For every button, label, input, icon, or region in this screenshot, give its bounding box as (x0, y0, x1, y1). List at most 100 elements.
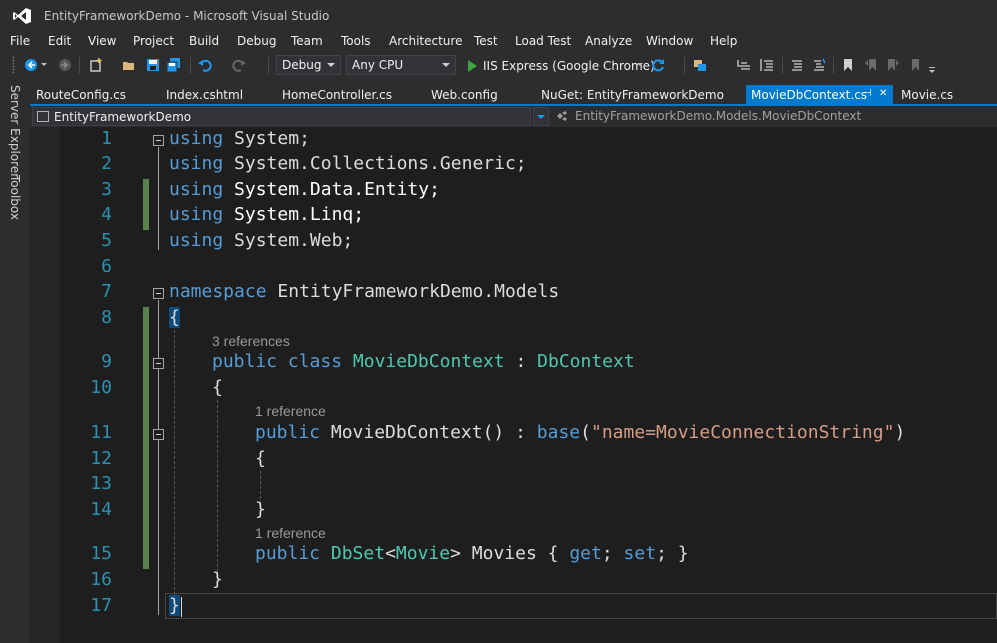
chevron-down-icon[interactable] (929, 70, 935, 73)
line-number: 16 (90, 569, 112, 590)
class-name: MovieDbContext (352, 351, 505, 372)
menu-analyze[interactable]: Analyze (585, 34, 632, 48)
menu-load-test[interactable]: Load Test (515, 34, 571, 48)
class-dropdown[interactable]: EntityFrameworkDemo.Models.MovieDbContex… (552, 107, 997, 126)
new-project-icon[interactable] (89, 58, 103, 72)
collapse-namespace-icon[interactable] (153, 288, 164, 299)
navigate-back-icon[interactable] (24, 58, 38, 72)
ctor-references-lens[interactable]: 1 reference (255, 403, 326, 419)
project-dropdown[interactable]: EntityFrameworkDemo (32, 107, 531, 126)
uncomment-lines-icon[interactable] (812, 58, 826, 72)
collapse-usings-icon[interactable] (153, 135, 164, 146)
configuration-combo[interactable]: Debug (276, 55, 341, 75)
undo-icon[interactable] (198, 58, 212, 72)
punctuation: ; (342, 230, 354, 251)
back-dropdown-icon[interactable] (41, 63, 47, 66)
menu-edit[interactable]: Edit (48, 34, 71, 48)
menu-architecture[interactable]: Architecture (389, 34, 462, 48)
code-line-7[interactable]: namespace EntityFrameworkDemo.Models (169, 281, 559, 303)
menu-view[interactable]: View (88, 34, 116, 48)
server-explorer-tab[interactable]: Server Explorer (8, 85, 22, 178)
code-line-4[interactable]: using System.Linq; (169, 204, 364, 226)
type-name: DbSet (330, 543, 386, 564)
code-line-9[interactable]: public class MovieDbContext : DbContext (212, 351, 635, 373)
toolbar: Debug Any CPU IIS Express (Google Chrome… (0, 52, 997, 79)
refresh-icon[interactable] (651, 58, 665, 72)
browser-link-icon[interactable] (693, 58, 707, 72)
tab-homecontroller[interactable]: HomeController.cs (282, 85, 392, 105)
tab-movie[interactable]: Movie.cs (901, 85, 953, 105)
menu-debug[interactable]: Debug (237, 34, 276, 48)
bookmark-icon[interactable] (841, 58, 855, 72)
open-file-icon[interactable] (122, 58, 136, 72)
toolbar-grip[interactable] (12, 56, 15, 74)
keyword: using (169, 179, 224, 200)
code-line-8[interactable]: { (169, 307, 180, 329)
project-dropdown-button[interactable] (533, 107, 549, 126)
run-dropdown-icon[interactable] (637, 63, 643, 66)
dbset-references-lens[interactable]: 1 reference (255, 525, 326, 541)
tab-index-cshtml[interactable]: Index.cshtml (166, 85, 243, 105)
toolbox-tab[interactable]: Toolbox (8, 175, 22, 220)
redo-icon[interactable] (232, 58, 246, 72)
code-line-12[interactable]: { (255, 448, 266, 470)
collapse-class-icon[interactable] (153, 358, 164, 369)
keyword: class (287, 351, 343, 372)
menu-build[interactable]: Build (189, 34, 219, 48)
code-line-16[interactable]: } (212, 569, 223, 591)
menu-file[interactable]: File (10, 34, 30, 48)
property-name: Movies (471, 543, 537, 564)
tab-routeconfig[interactable]: RouteConfig.cs (36, 85, 126, 105)
indent-guide (217, 400, 218, 572)
line-number: 4 (101, 204, 112, 225)
code-line-14[interactable]: } (255, 499, 266, 521)
code-line-11[interactable]: public MovieDbContext() : base("name=Mov… (255, 422, 905, 444)
format-document-icon[interactable] (760, 58, 774, 72)
close-icon[interactable]: ✕ (879, 88, 887, 99)
save-icon[interactable] (146, 58, 160, 72)
step-into-icon[interactable] (737, 58, 751, 72)
menu-tools[interactable]: Tools (341, 34, 371, 48)
line-number: 14 (90, 499, 112, 520)
collapse-constructor-icon[interactable] (153, 429, 164, 440)
punctuation: { (212, 377, 223, 398)
class-references-lens[interactable]: 3 references (212, 333, 290, 349)
menu-team[interactable]: Team (291, 34, 323, 48)
menu-help[interactable]: Help (710, 34, 737, 48)
outline-line (158, 147, 159, 250)
pin-icon[interactable]: ⊣ (863, 88, 872, 99)
save-all-icon[interactable] (167, 58, 181, 72)
string-literal: "name=MovieConnectionString" (591, 422, 895, 443)
toolbar-separator (190, 57, 191, 74)
toolbar-overflow-icon[interactable] (929, 67, 935, 68)
menu-test[interactable]: Test (474, 34, 498, 48)
code-line-5[interactable]: using System.Web; (169, 230, 353, 252)
csharp-project-icon (37, 111, 49, 122)
menu-project[interactable]: Project (133, 34, 174, 48)
change-indicator (143, 179, 149, 230)
document-tabs: RouteConfig.cs Index.cshtml HomeControll… (30, 85, 997, 105)
previous-bookmark-icon[interactable] (864, 58, 878, 72)
line-number: 3 (101, 179, 112, 200)
code-line-1[interactable]: using System; (169, 128, 310, 150)
class-icon (557, 111, 567, 121)
tab-nuget[interactable]: NuGet: EntityFrameworkDemo (541, 85, 724, 105)
brace-match: { (169, 307, 180, 328)
menu-window[interactable]: Window (646, 34, 693, 48)
code-line-17[interactable]: } (169, 595, 180, 617)
outline-line (158, 300, 159, 615)
platform-combo[interactable]: Any CPU (346, 55, 456, 75)
tab-moviedbcontext[interactable]: MovieDbContext.cs ⊣ ✕ (746, 85, 893, 105)
code-line-2[interactable]: using System.Collections.Generic; (169, 153, 527, 175)
code-line-10[interactable]: { (212, 377, 223, 399)
namespace-name: EntityFrameworkDemo.Models (277, 281, 560, 302)
code-line-3[interactable]: using System.Data.Entity; (169, 179, 440, 201)
comment-lines-icon[interactable] (790, 58, 804, 72)
navigate-forward-icon[interactable] (58, 58, 72, 72)
tab-web-config[interactable]: Web.config (431, 85, 498, 105)
chevron-down-icon (442, 63, 450, 67)
clear-bookmarks-icon[interactable] (908, 58, 922, 72)
code-line-15[interactable]: public DbSet<Movie> Movies { get; set; } (255, 543, 689, 565)
next-bookmark-icon[interactable] (886, 58, 900, 72)
punctuation: } (677, 543, 689, 564)
